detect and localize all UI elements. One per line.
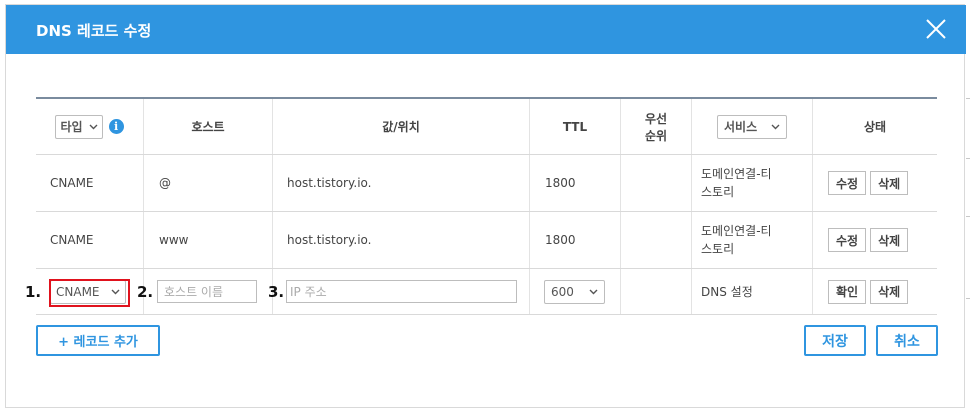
chevron-down-icon [589, 289, 598, 294]
host-name-input[interactable]: 호스트 이름 [157, 280, 257, 303]
row-service: 도메인연결-티 스토리 [701, 155, 812, 211]
dialog-title: DNS 레코드 수정 [36, 22, 152, 40]
edit-button[interactable]: 수정 [828, 228, 867, 252]
edge-mark [966, 216, 970, 217]
row-ttl: 1800 [545, 176, 576, 190]
save-button[interactable]: 저장 [804, 325, 866, 356]
priority-header: 우선 순위 [621, 99, 691, 154]
row-host: www [159, 233, 189, 247]
priority-header-line1: 우선 [644, 111, 668, 126]
row-type: CNAME [50, 176, 94, 190]
service-filter-label: 서비스 [724, 120, 758, 134]
edit-button[interactable]: 수정 [828, 171, 867, 195]
row-host: @ [159, 176, 171, 190]
step-2-label: 2. [137, 283, 154, 301]
ttl-value: 600 [551, 284, 574, 299]
row-actions: 수정 삭제 [828, 155, 937, 211]
ttl-select[interactable]: 600 [544, 279, 605, 304]
new-value-cell: IP 주소 [286, 269, 529, 314]
new-record-row: CNAME 호스트 이름 IP 주소 600 DNS 설정 확인 삭제 [36, 269, 937, 315]
row-ttl: 1800 [545, 233, 576, 247]
new-row-actions: 확인 삭제 [828, 269, 937, 314]
row-actions: 수정 삭제 [828, 212, 937, 268]
row-service-line2: 스토리 [701, 242, 735, 256]
table-row: CNAME www host.tistory.io. 1800 도메인연결-티 … [36, 212, 937, 269]
chevron-down-icon [89, 124, 98, 129]
edge-mark [966, 158, 970, 159]
service-header: 서비스 [692, 99, 812, 154]
type-filter-select[interactable]: 타입 [55, 114, 103, 139]
ip-address-input[interactable]: IP 주소 [286, 280, 517, 303]
step-3-label: 3. [268, 283, 285, 301]
status-header: 상태 [863, 120, 887, 134]
confirm-button[interactable]: 확인 [828, 279, 867, 304]
new-service: DNS 설정 [701, 285, 753, 299]
dialog-header: DNS 레코드 수정 [6, 5, 966, 54]
type-filter-label: 타입 [60, 120, 83, 134]
chevron-down-icon [771, 124, 780, 129]
dns-record-edit-dialog: DNS 레코드 수정 타입 i 호스트 값/위치 TTL 우선 순위 서비스 상… [5, 4, 966, 408]
host-header: 호스트 [191, 120, 225, 134]
row-service-line1: 도메인연결-티 [701, 167, 772, 181]
type-select-highlight [49, 279, 130, 307]
row-value: host.tistory.io. [287, 176, 372, 190]
row-type: CNAME [50, 233, 94, 247]
row-service-line2: 스토리 [701, 185, 735, 199]
new-ttl-cell: 600 [544, 269, 620, 314]
step-1-label: 1. [25, 283, 42, 301]
ttl-header: TTL [562, 119, 588, 134]
priority-header-line2: 순위 [644, 128, 668, 143]
row-value: host.tistory.io. [287, 233, 372, 247]
delete-button[interactable]: 삭제 [870, 279, 909, 304]
info-icon[interactable]: i [108, 119, 124, 134]
cancel-button[interactable]: 취소 [876, 325, 938, 356]
edge-mark [966, 98, 970, 99]
edge-mark [966, 298, 970, 299]
ip-address-placeholder: IP 주소 [290, 285, 327, 299]
add-record-button[interactable]: + 레코드 추가 [36, 325, 160, 356]
host-name-placeholder: 호스트 이름 [164, 285, 224, 299]
type-header: 타입 i [36, 99, 143, 154]
row-service: 도메인연결-티 스토리 [701, 212, 812, 268]
row-priority [621, 155, 691, 211]
table-header-row: 타입 i 호스트 값/위치 TTL 우선 순위 서비스 상태 [36, 97, 937, 155]
service-filter-select[interactable]: 서비스 [717, 114, 787, 139]
table-row: CNAME @ host.tistory.io. 1800 도메인연결-티 스토… [36, 155, 937, 212]
delete-button[interactable]: 삭제 [870, 228, 909, 252]
new-host-cell: 호스트 이름 [157, 269, 272, 314]
row-service-line1: 도메인연결-티 [701, 224, 772, 238]
row-priority [621, 212, 691, 268]
dns-records-table: 타입 i 호스트 값/위치 TTL 우선 순위 서비스 상태 CNAME @ h… [36, 97, 937, 315]
close-icon[interactable] [924, 17, 948, 41]
value-header: 값/위치 [382, 120, 420, 134]
delete-button[interactable]: 삭제 [870, 171, 909, 195]
